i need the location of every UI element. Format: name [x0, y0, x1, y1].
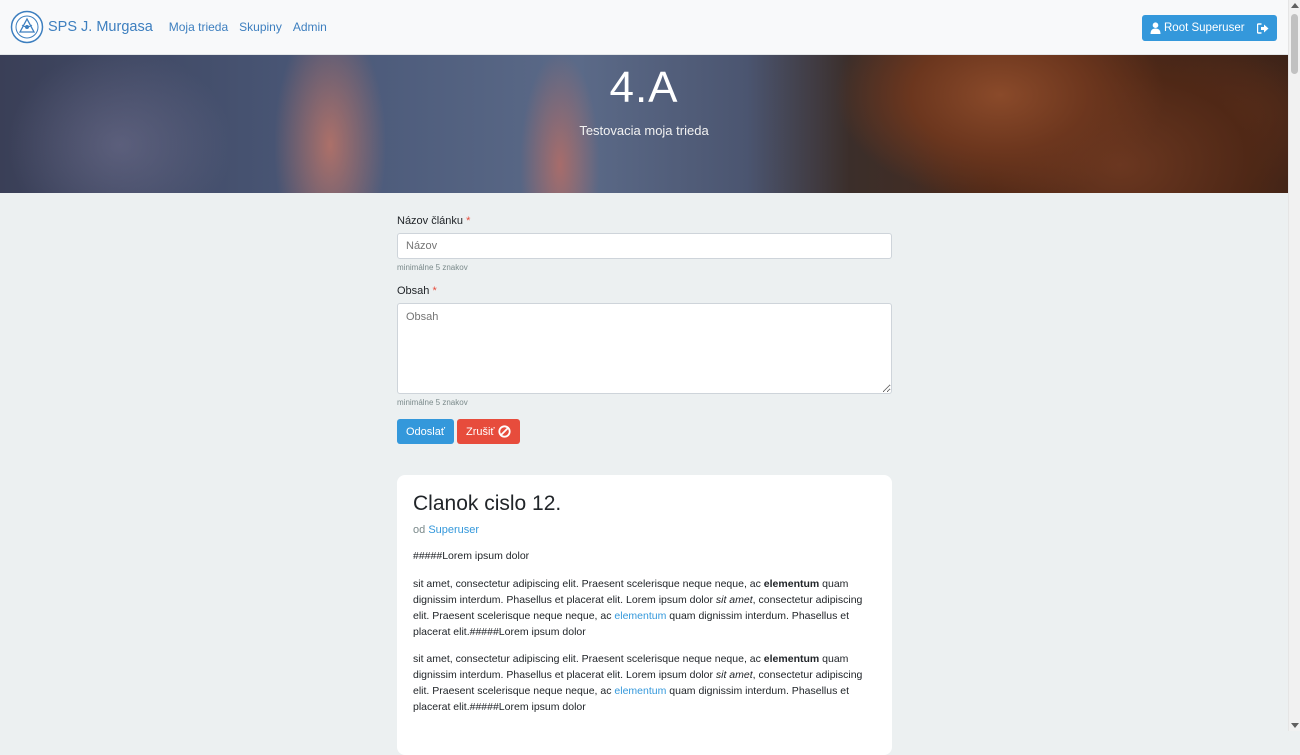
paragraph-bold: elementum [763, 578, 820, 590]
scroll-down-arrow-icon[interactable] [1291, 723, 1299, 728]
class-subtitle: Testovacia moja trieda [579, 123, 709, 138]
scrollbar-thumb[interactable] [1291, 14, 1298, 74]
brand-name: SPS J. Murgasa [48, 19, 153, 35]
nav-link-moja-trieda[interactable]: Moja trieda [169, 20, 228, 34]
nav-link-admin[interactable]: Admin [293, 20, 327, 34]
page-scrollbar[interactable] [1288, 0, 1300, 731]
paragraph-italic: sit amet [715, 594, 753, 606]
article-title: Clanok cislo 12. [413, 492, 562, 515]
article-form: Názov článku * minimálne 5 znakov Obsah … [397, 215, 892, 444]
author-link[interactable]: Superuser [428, 524, 479, 536]
article-paragraph: sit amet, consectetur adipiscing elit. P… [413, 651, 876, 715]
content-field-label: Obsah * [397, 285, 892, 297]
article-card: Clanok cislo 12. od Superuser #####Lorem… [397, 475, 892, 755]
user-name: Root Superuser [1164, 22, 1245, 34]
user-menu-button[interactable]: Root Superuser [1142, 15, 1277, 41]
user-icon [1150, 22, 1161, 34]
paragraph-text: sit amet, consectetur adipiscing elit. P… [413, 653, 764, 665]
navbar: SPS J. Murgasa Moja trieda Skupiny Admin… [0, 0, 1288, 55]
scroll-up-arrow-icon[interactable] [1291, 3, 1299, 8]
form-actions: Odoslať Zrušiť [397, 419, 892, 444]
byline-prefix: od [413, 524, 426, 536]
ban-icon [497, 425, 511, 438]
title-field-label: Názov článku * [397, 215, 892, 227]
title-label-text: Názov článku [397, 215, 464, 227]
nav-link-skupiny[interactable]: Skupiny [239, 20, 282, 34]
content-help-text: minimálne 5 znakov [397, 398, 468, 407]
required-mark: * [432, 285, 437, 297]
paragraph-text: sit amet, consectetur adipiscing elit. P… [413, 578, 764, 590]
paragraph-bold: elementum [763, 653, 820, 665]
paragraph-italic: sit amet [715, 669, 753, 681]
submit-button[interactable]: Odoslať [397, 419, 454, 444]
article-byline: od Superuser [413, 524, 876, 536]
title-help-text: minimálne 5 znakov [397, 263, 468, 272]
sign-out-icon [1257, 22, 1269, 34]
required-mark: * [466, 215, 471, 227]
paragraph-link[interactable]: elementum [614, 685, 666, 697]
article-title-input[interactable] [397, 233, 892, 259]
article-content-textarea[interactable] [397, 303, 892, 394]
school-crest-icon [10, 10, 44, 44]
paragraph-link[interactable]: elementum [614, 610, 666, 622]
content-label-text: Obsah [397, 285, 430, 297]
article-intro: #####Lorem ipsum dolor [413, 550, 530, 562]
class-title: 4.A [609, 63, 679, 112]
class-hero-banner: 4.A Testovacia moja trieda [0, 55, 1288, 193]
article-paragraph: sit amet, consectetur adipiscing elit. P… [413, 576, 876, 640]
cancel-button[interactable]: Zrušiť [456, 419, 520, 444]
brand-link[interactable]: SPS J. Murgasa [10, 10, 153, 44]
cancel-label: Zrušiť [465, 425, 495, 438]
